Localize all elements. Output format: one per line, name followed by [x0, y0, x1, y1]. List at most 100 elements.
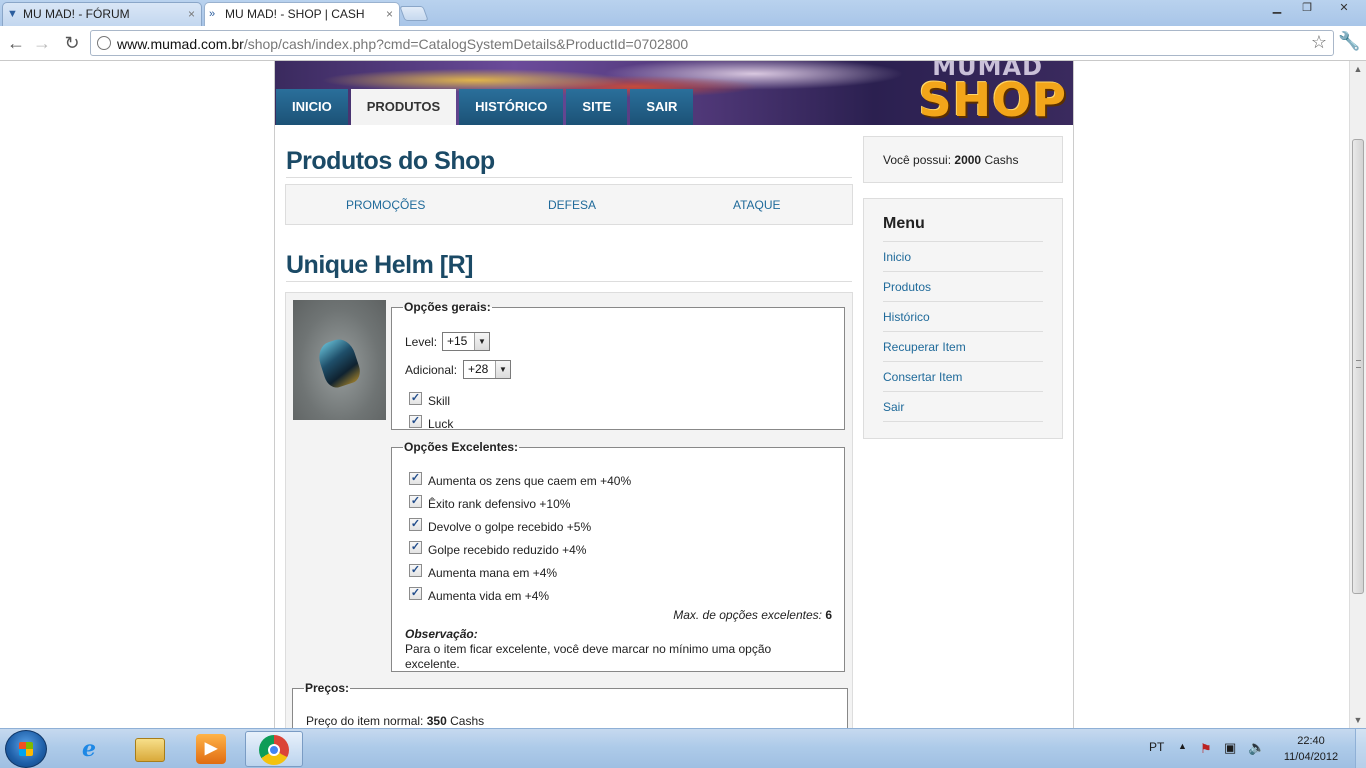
excellent-option-checkbox[interactable]: ✓: [409, 518, 422, 531]
language-indicator[interactable]: PT: [1149, 740, 1164, 768]
excellent-option-label: Devolve o golpe recebido +5%: [428, 520, 592, 534]
shop-banner: MUMAD SHOP INICIO PRODUTOS HISTÓRICO SIT…: [275, 61, 1073, 125]
excellent-option-checkbox[interactable]: ✓: [409, 495, 422, 508]
sidebar-item-historico[interactable]: Histórico: [883, 302, 1043, 332]
excellent-options: Opções Excelentes: ✓ Aumenta os zens que…: [391, 440, 845, 672]
category-ataque[interactable]: ATAQUE: [733, 198, 781, 212]
product-title: Unique Helm [R]: [286, 251, 473, 279]
nav-inicio[interactable]: INICIO: [276, 89, 348, 125]
excellent-options-legend: Opções Excelentes:: [404, 440, 519, 454]
start-button[interactable]: [5, 730, 47, 768]
minimize-icon[interactable]: ▁: [1262, 0, 1292, 18]
nav-sair[interactable]: SAIR: [630, 89, 694, 125]
excellent-option-checkbox[interactable]: ✓: [409, 541, 422, 554]
tab-mu-mad-shop[interactable]: » MU MAD! - SHOP | CASH ×: [204, 2, 400, 27]
excellent-option-checkbox[interactable]: ✓: [409, 587, 422, 600]
menu-title: Menu: [883, 215, 925, 232]
excellent-option-label: Aumenta vida em +4%: [428, 589, 550, 603]
scroll-down-icon[interactable]: ▼: [1350, 712, 1366, 728]
bookmark-star-icon[interactable]: ☆: [1311, 32, 1327, 53]
excellent-option-label: Golpe recebido reduzido +4%: [428, 543, 587, 557]
prices: Preços: Preço do item normal: 350 Cashs: [292, 681, 848, 728]
additional-select[interactable]: +28 ▼: [463, 360, 511, 379]
sidebar-item-consertar-item[interactable]: Consertar Item: [883, 362, 1043, 392]
restore-icon[interactable]: ❐: [1292, 0, 1322, 18]
skill-label: Skill: [428, 394, 451, 408]
divider: [286, 177, 852, 178]
skill-checkbox[interactable]: ✓: [409, 392, 422, 405]
product-image: [293, 300, 386, 420]
chrome-icon[interactable]: [245, 731, 303, 767]
forward-icon[interactable]: →: [30, 31, 54, 55]
volume-icon[interactable]: 🔈: [1248, 739, 1265, 768]
windows-explorer-icon[interactable]: [122, 731, 180, 767]
excellent-option-checkbox[interactable]: ✓: [409, 472, 422, 485]
prices-legend: Preços:: [305, 681, 350, 695]
note-line-1: Para o item ficar excelente, você deve m…: [405, 642, 772, 656]
balance-text: Você possui: 2000 Cashs: [883, 153, 1019, 167]
network-icon[interactable]: ▣: [1224, 740, 1236, 768]
sidebar-item-recuperar-item[interactable]: Recuperar Item: [883, 332, 1043, 362]
category-bar: PROMOÇÕES DEFESA ATAQUE: [285, 184, 853, 225]
tab-close-icon[interactable]: ×: [386, 3, 393, 25]
scroll-up-icon[interactable]: ▲: [1350, 61, 1366, 77]
balance-box: Você possui: 2000 Cashs: [863, 136, 1063, 183]
note-title: Observação:: [405, 627, 478, 641]
show-desktop-button[interactable]: [1355, 729, 1366, 768]
close-window-icon[interactable]: ✕: [1322, 0, 1366, 18]
helm-icon: [314, 335, 364, 391]
browser-tab-bar: ▼ MU MAD! - FÓRUM × » MU MAD! - SHOP | C…: [0, 0, 1366, 27]
tab-title: MU MAD! - SHOP | CASH: [225, 7, 365, 21]
excellent-option-label: Êxito rank defensivo +10%: [428, 497, 571, 511]
additional-value: +28: [468, 362, 489, 376]
note-line-2: excelente.: [405, 657, 460, 671]
url-text: www.mumad.com.br/shop/cash/index.php?cmd…: [117, 36, 689, 52]
back-icon[interactable]: ←: [4, 31, 28, 55]
tab-close-icon[interactable]: ×: [188, 3, 195, 25]
luck-checkbox[interactable]: ✓: [409, 415, 422, 428]
main-nav: INICIO PRODUTOS HISTÓRICO SITE SAIR: [276, 89, 696, 125]
sidebar-item-produtos[interactable]: Produtos: [883, 272, 1043, 302]
nav-produtos[interactable]: PRODUTOS: [350, 89, 457, 125]
excellent-option-label: Aumenta os zens que caem em +40%: [428, 474, 632, 488]
tab-title: MU MAD! - FÓRUM: [23, 7, 130, 21]
page-title: Produtos do Shop: [286, 147, 495, 175]
banner-brand-main: SHOP: [918, 73, 1067, 125]
page-info-icon[interactable]: [97, 36, 111, 50]
category-promocoes[interactable]: PROMOÇÕES: [346, 198, 425, 212]
favicon-icon: ▼: [7, 8, 18, 20]
excellent-option-label: Aumenta mana em +4%: [428, 566, 558, 580]
system-clock[interactable]: 22:40 11/04/2012: [1276, 733, 1346, 765]
browser-toolbar: ← → ↻ www.mumad.com.br/shop/cash/index.p…: [0, 26, 1366, 61]
scrollbar-thumb[interactable]: [1352, 139, 1364, 594]
category-defesa[interactable]: DEFESA: [548, 198, 596, 212]
new-tab-button[interactable]: [399, 6, 429, 21]
internet-explorer-icon[interactable]: e: [61, 731, 119, 767]
sidebar-item-sair[interactable]: Sair: [883, 392, 1043, 422]
nav-historico[interactable]: HISTÓRICO: [459, 89, 564, 125]
address-bar[interactable]: www.mumad.com.br/shop/cash/index.php?cmd…: [90, 30, 1334, 56]
page-viewport: MUMAD SHOP INICIO PRODUTOS HISTÓRICO SIT…: [0, 61, 1349, 728]
reload-icon[interactable]: ↻: [60, 31, 84, 55]
action-center-icon[interactable]: ⚑: [1200, 741, 1212, 768]
excellent-option-checkbox[interactable]: ✓: [409, 564, 422, 577]
windows-logo-icon: [19, 742, 33, 756]
luck-label: Luck: [428, 417, 454, 431]
media-player-icon[interactable]: ▶: [183, 731, 241, 767]
level-label: Level:: [405, 335, 438, 349]
general-options: Opções gerais: Level: +15 ▼ Adicional: +…: [391, 300, 845, 431]
nav-site[interactable]: SITE: [566, 89, 628, 125]
general-options-legend: Opções gerais:: [404, 300, 491, 314]
tab-mu-mad-forum[interactable]: ▼ MU MAD! - FÓRUM ×: [2, 2, 202, 26]
window-controls: ▁ ❐ ✕: [1262, 0, 1366, 18]
clock-time: 22:40: [1297, 735, 1325, 747]
clock-date: 11/04/2012: [1283, 751, 1339, 763]
level-select[interactable]: +15 ▼: [442, 332, 490, 351]
vertical-scrollbar[interactable]: ▲ ▼: [1349, 61, 1366, 728]
wrench-menu-icon[interactable]: 🔧: [1338, 31, 1360, 52]
level-value: +15: [447, 334, 468, 348]
normal-price: Preço do item normal: 350 Cashs: [306, 714, 485, 728]
show-hidden-icons-icon[interactable]: ▲: [1178, 741, 1187, 768]
sidebar-item-inicio[interactable]: Inicio: [883, 242, 1043, 272]
sidebar-menu: Menu Inicio Produtos Histórico Recuperar…: [863, 198, 1063, 439]
